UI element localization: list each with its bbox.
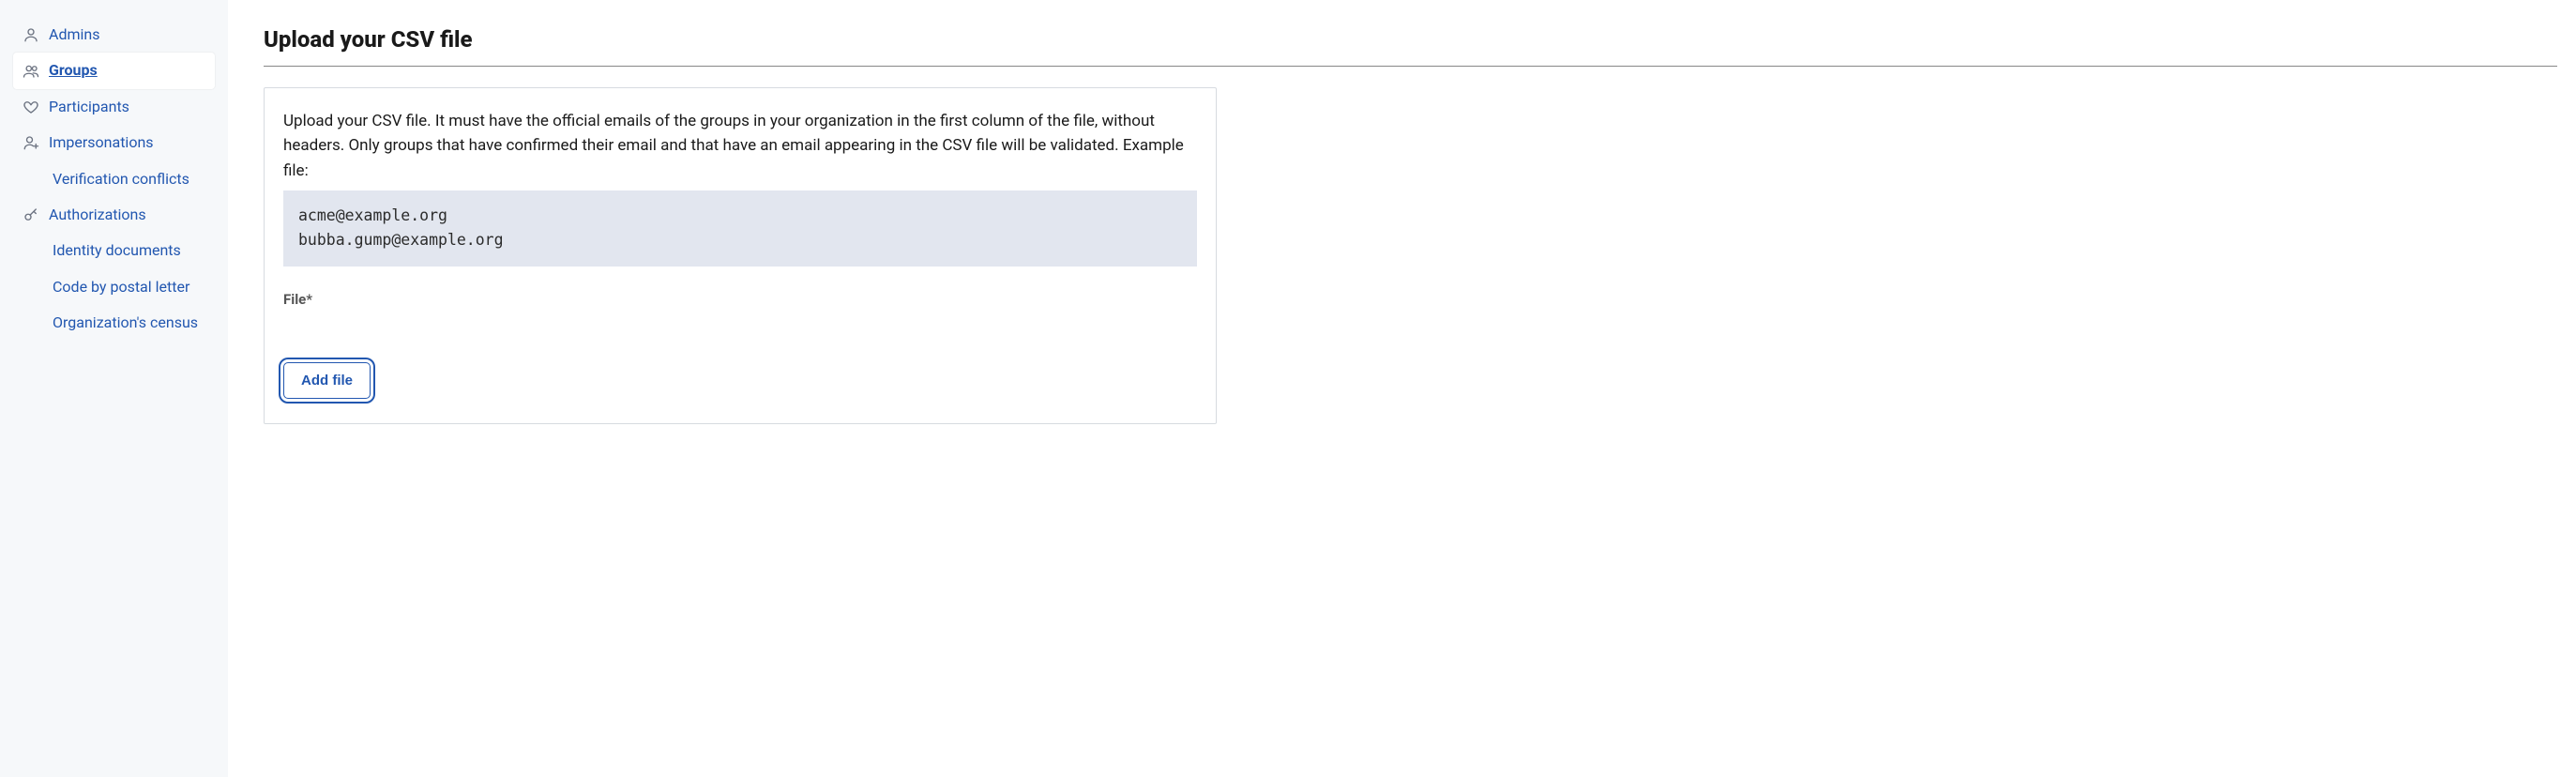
sidebar-item-code-by-postal-letter[interactable]: Code by postal letter (53, 269, 215, 305)
sidebar-item-label: Admins (49, 24, 99, 45)
sidebar-item-label: Verification conflicts (53, 169, 189, 190)
sidebar-item-participants[interactable]: Participants (13, 89, 215, 125)
sidebar-item-identity-documents[interactable]: Identity documents (53, 233, 215, 268)
sidebar-item-label: Authorizations (49, 205, 146, 225)
sidebar-item-label: Code by postal letter (53, 277, 189, 297)
sidebar-item-admins[interactable]: Admins (13, 17, 215, 53)
sidebar-item-verification-conflicts[interactable]: Verification conflicts (53, 161, 215, 197)
sidebar-item-label: Identity documents (53, 240, 181, 261)
user-plus-icon (23, 134, 39, 151)
add-file-button[interactable]: Add file (283, 362, 371, 399)
heart-icon (23, 99, 39, 115)
sidebar-item-label: Participants (49, 97, 129, 117)
upload-card: Upload your CSV file. It must have the o… (264, 87, 1217, 424)
sidebar-item-label: Organization's census (53, 312, 198, 333)
sidebar-item-label: Impersonations (49, 132, 154, 153)
example-file-block: acme@example.org bubba.gump@example.org (283, 190, 1197, 267)
divider (264, 66, 2557, 67)
sidebar-item-groups[interactable]: Groups (13, 53, 215, 88)
sidebar-item-impersonations[interactable]: Impersonations (13, 125, 215, 160)
sidebar-item-authorizations[interactable]: Authorizations (13, 197, 215, 233)
sidebar: Admins Groups Participants Impersonation… (0, 0, 228, 777)
users-icon (23, 63, 39, 80)
page-title: Upload your CSV file (264, 26, 2557, 53)
user-icon (23, 26, 39, 43)
file-field-label: File* (283, 291, 1197, 308)
sidebar-item-organizations-census[interactable]: Organization's census (53, 305, 215, 341)
upload-description: Upload your CSV file. It must have the o… (283, 109, 1197, 183)
key-icon (23, 206, 39, 223)
main-content: Upload your CSV file Upload your CSV fil… (228, 0, 2576, 777)
sidebar-item-label: Groups (49, 60, 98, 81)
